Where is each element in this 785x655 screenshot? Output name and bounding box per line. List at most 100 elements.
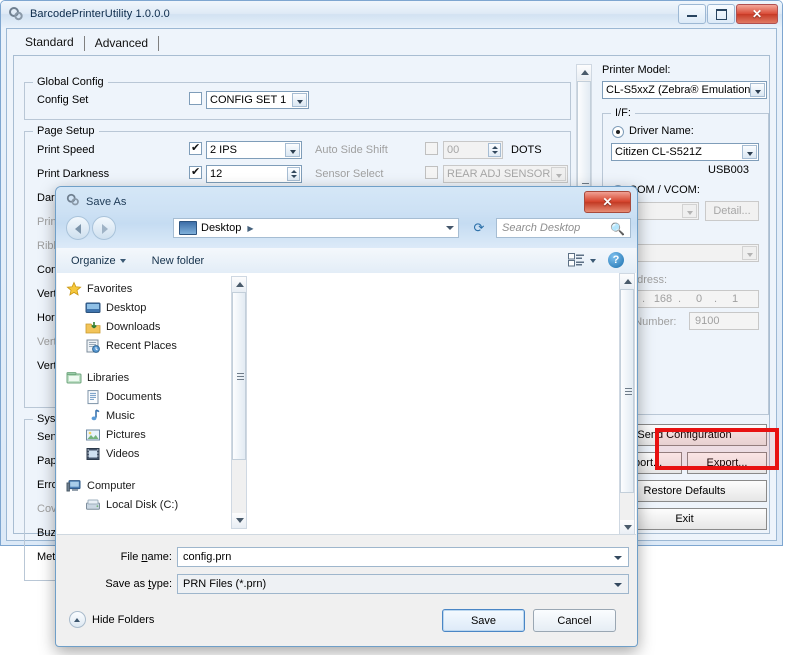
search-input[interactable]: Search Desktop 🔍 bbox=[496, 218, 631, 238]
chevron-down-icon[interactable] bbox=[590, 259, 596, 263]
address-bar[interactable]: Desktop ▶ bbox=[173, 218, 459, 238]
checkbox-print-speed[interactable]: ✔ bbox=[189, 142, 202, 155]
tab-standard[interactable]: Standard bbox=[15, 33, 84, 53]
tree-label: Documents bbox=[106, 391, 162, 403]
scroll-up-icon[interactable] bbox=[577, 65, 591, 80]
label-print-darkness: Print Darkness bbox=[37, 168, 109, 180]
forward-icon[interactable] bbox=[92, 216, 116, 240]
tree-item-videos[interactable]: Videos bbox=[57, 444, 249, 463]
scroll-down-icon[interactable] bbox=[232, 513, 246, 528]
app-gear-icon bbox=[8, 6, 24, 22]
scroll-up-icon[interactable] bbox=[620, 274, 634, 289]
combo-printer-model[interactable]: CL-S5xxZ (Zebra® Emulation) bbox=[602, 81, 767, 99]
tree-item-recent-places[interactable]: Recent Places bbox=[57, 336, 249, 355]
refresh-icon[interactable]: ⟳ bbox=[468, 218, 490, 238]
minimize-button[interactable] bbox=[678, 4, 706, 24]
tree-label: Pictures bbox=[106, 429, 146, 441]
spin-print-darkness[interactable]: 12 bbox=[206, 165, 302, 183]
label-occluded-vert-2: Vert bbox=[37, 336, 57, 348]
file-list-scrollbar[interactable] bbox=[619, 273, 635, 536]
tree-item-local-disk-c[interactable]: Local Disk (C:) bbox=[57, 495, 249, 514]
label-printer-model: Printer Model: bbox=[602, 64, 670, 76]
label-occluded-paper: Pap bbox=[37, 455, 57, 467]
checkbox-auto-side-shift[interactable] bbox=[425, 142, 438, 155]
port-number-field[interactable]: 9100 bbox=[689, 312, 759, 330]
checkbox-config-set[interactable] bbox=[189, 92, 202, 105]
group-page-setup-title: Page Setup bbox=[33, 125, 99, 137]
tree-item-computer[interactable]: Computer bbox=[57, 476, 249, 495]
desktop-icon bbox=[179, 221, 197, 235]
organize-button[interactable]: Organize bbox=[71, 255, 126, 267]
chevron-down-icon[interactable] bbox=[750, 83, 765, 97]
tree-item-desktop[interactable]: Desktop bbox=[57, 298, 249, 317]
chevron-down-icon[interactable] bbox=[551, 167, 566, 181]
chevron-down-icon[interactable] bbox=[742, 246, 757, 260]
spin-auto-side-shift-value: 00 bbox=[447, 144, 459, 156]
file-list-pane[interactable] bbox=[249, 273, 636, 536]
tree-label: Music bbox=[106, 410, 135, 422]
tree-item-pictures[interactable]: Pictures bbox=[57, 425, 249, 444]
scrollbar-thumb[interactable] bbox=[232, 292, 246, 460]
chevron-down-icon[interactable] bbox=[292, 93, 307, 107]
desktop-icon bbox=[85, 300, 101, 316]
tree-item-documents[interactable]: Documents bbox=[57, 387, 249, 406]
app-title: BarcodePrinterUtility 1.0.0.0 bbox=[30, 8, 170, 20]
scrollbar-thumb[interactable] bbox=[620, 289, 634, 493]
radio-driver-name[interactable] bbox=[612, 126, 624, 138]
combo-driver-name[interactable]: Citizen CL-S521Z bbox=[611, 143, 759, 161]
new-folder-button[interactable]: New folder bbox=[152, 255, 205, 267]
chevron-down-icon[interactable] bbox=[614, 583, 622, 587]
chevron-down-icon[interactable] bbox=[285, 143, 300, 157]
port-number-value: 9100 bbox=[695, 315, 719, 327]
tree-item-favorites[interactable]: Favorites bbox=[57, 279, 249, 298]
detail-button[interactable]: Detail... bbox=[705, 201, 759, 221]
computer-icon bbox=[66, 478, 82, 494]
minimize-icon bbox=[687, 12, 697, 17]
label-save-as-type: Save as type: bbox=[83, 578, 172, 590]
navigation-pane[interactable]: Favorites Desktop Downloads Recent Place… bbox=[57, 273, 250, 536]
hide-folders-button[interactable]: Hide Folders bbox=[69, 611, 154, 628]
label-file-name: File name: bbox=[97, 551, 172, 563]
chevron-down-icon[interactable] bbox=[682, 204, 697, 218]
back-icon[interactable] bbox=[66, 216, 90, 240]
ip-octet-3: 0 bbox=[684, 293, 714, 305]
scroll-down-icon[interactable] bbox=[620, 520, 634, 535]
maximize-button[interactable] bbox=[707, 4, 735, 24]
checkbox-print-darkness[interactable]: ✔ bbox=[189, 166, 202, 179]
scroll-up-icon[interactable] bbox=[232, 277, 246, 292]
dialog-footer: File name: config.prn Save as type: PRN … bbox=[57, 534, 636, 645]
maximize-icon bbox=[716, 9, 727, 20]
help-icon[interactable]: ? bbox=[608, 252, 624, 268]
save-button[interactable]: Save bbox=[442, 609, 525, 632]
label-auto-side-shift: Auto Side Shift bbox=[315, 144, 388, 156]
cancel-button[interactable]: Cancel bbox=[533, 609, 616, 632]
close-icon: ✕ bbox=[602, 195, 612, 209]
breadcrumb-separator: ▶ bbox=[247, 224, 253, 233]
checkbox-sensor-select[interactable] bbox=[425, 166, 438, 179]
tree-item-libraries[interactable]: Libraries bbox=[57, 368, 249, 387]
tree-item-music[interactable]: Music bbox=[57, 406, 249, 425]
chevron-down-icon[interactable] bbox=[446, 226, 454, 230]
file-name-input[interactable]: config.prn bbox=[177, 547, 629, 567]
save-as-type-select[interactable]: PRN Files (*.prn) bbox=[177, 574, 629, 594]
chevron-down-icon[interactable] bbox=[614, 556, 622, 560]
combo-sensor-select[interactable]: REAR ADJ SENSOR bbox=[443, 165, 568, 183]
tab-advanced[interactable]: Advanced bbox=[85, 34, 158, 53]
close-button[interactable]: ✕ bbox=[736, 4, 778, 24]
navpane-scrollbar[interactable] bbox=[231, 276, 247, 529]
chevron-down-icon[interactable] bbox=[742, 145, 757, 159]
spinner-up-down-icon[interactable] bbox=[488, 143, 501, 157]
breadcrumb-desktop[interactable]: Desktop bbox=[201, 222, 241, 234]
star-icon bbox=[66, 281, 82, 297]
tab-strip: Standard Advanced bbox=[15, 33, 159, 53]
views-icon[interactable] bbox=[568, 253, 584, 267]
combo-config-set[interactable]: CONFIG SET 1 bbox=[206, 91, 309, 109]
dialog-command-bar: Organize New folder ? bbox=[57, 248, 636, 274]
combo-print-speed[interactable]: 2 IPS bbox=[206, 141, 302, 159]
spin-auto-side-shift[interactable]: 00 bbox=[443, 141, 503, 159]
spinner-up-down-icon[interactable] bbox=[287, 167, 300, 181]
label-sensor-select: Sensor Select bbox=[315, 168, 383, 180]
tree-item-downloads[interactable]: Downloads bbox=[57, 317, 249, 336]
dialog-close-button[interactable]: ✕ bbox=[584, 191, 631, 213]
label-driver-name: Driver Name: bbox=[629, 125, 694, 137]
